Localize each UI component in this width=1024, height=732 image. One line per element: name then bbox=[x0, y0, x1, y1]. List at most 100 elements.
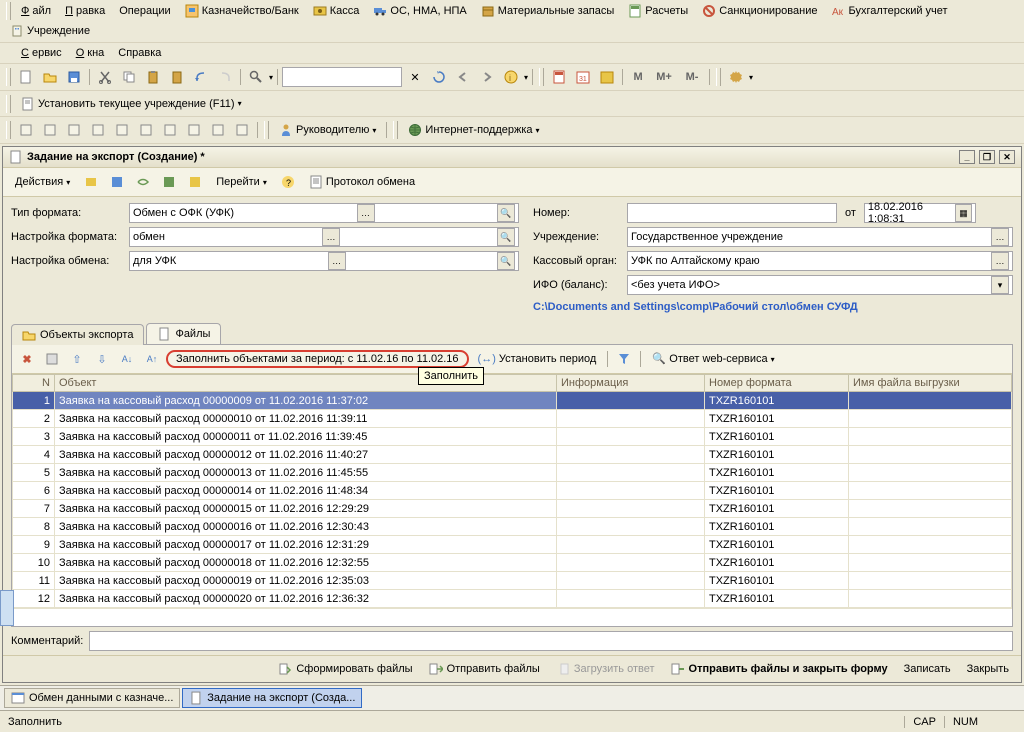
ext-btn-10[interactable] bbox=[231, 119, 253, 141]
cut-button[interactable] bbox=[94, 66, 116, 88]
set-period-button[interactable]: (↔) Установить период bbox=[472, 351, 603, 367]
m-button[interactable]: M bbox=[627, 66, 649, 88]
doc-btn-5[interactable] bbox=[184, 171, 206, 193]
forward-button[interactable] bbox=[476, 66, 498, 88]
search-combo[interactable] bbox=[282, 67, 402, 87]
menu-institution[interactable]: Учреждение bbox=[4, 22, 96, 40]
menu-cash[interactable]: Касса bbox=[307, 2, 366, 20]
inet-support-button[interactable]: Интернет-поддержка▾ bbox=[402, 121, 545, 139]
menu-calc[interactable]: Расчеты bbox=[622, 2, 694, 20]
ext-btn-2[interactable] bbox=[39, 119, 61, 141]
col-fmt[interactable]: Номер формата bbox=[705, 375, 849, 392]
ext-btn-8[interactable] bbox=[183, 119, 205, 141]
maximize-button[interactable]: ❐ bbox=[979, 150, 995, 164]
close-button[interactable]: Закрыть bbox=[963, 660, 1013, 678]
col-file[interactable]: Имя файла выгрузки bbox=[849, 375, 1012, 392]
ext-btn-7[interactable] bbox=[159, 119, 181, 141]
send-close-button[interactable]: Отправить файлы и закрыть форму bbox=[667, 660, 892, 678]
table-row[interactable]: 6Заявка на кассовый расход 00000014 от 1… bbox=[13, 482, 1012, 500]
ext-btn-5[interactable] bbox=[111, 119, 133, 141]
protocol-button[interactable]: Протокол обмена bbox=[303, 173, 421, 191]
search-x-button[interactable]: ✕ bbox=[404, 66, 426, 88]
redo-button[interactable] bbox=[214, 66, 236, 88]
menu-windows[interactable]: Окна bbox=[70, 45, 111, 61]
table-row[interactable]: 9Заявка на кассовый расход 00000017 от 1… bbox=[13, 536, 1012, 554]
doc-btn-2[interactable] bbox=[106, 171, 128, 193]
table-row[interactable]: 2Заявка на кассовый расход 00000010 от 1… bbox=[13, 410, 1012, 428]
calc-tool-button[interactable] bbox=[548, 66, 570, 88]
task-item-2[interactable]: Задание на экспорт (Созда... bbox=[182, 688, 362, 708]
ws-answer-button[interactable]: 🔍 Ответ web-сервиса ▾ bbox=[646, 350, 780, 368]
set-institution-button[interactable]: Установить текущее учреждение (F11) ▾ bbox=[15, 95, 248, 113]
col-n[interactable]: N bbox=[13, 375, 55, 392]
zoom-btn-icon[interactable]: 🔍 bbox=[497, 204, 515, 222]
menu-service[interactable]: Сервис bbox=[15, 45, 68, 61]
table-row[interactable]: 10Заявка на кассовый расход 00000018 от … bbox=[13, 554, 1012, 572]
send-files-button[interactable]: Отправить файлы bbox=[425, 660, 544, 678]
menu-sanction[interactable]: Санкционирование bbox=[696, 2, 823, 20]
comment-input[interactable] bbox=[89, 631, 1013, 651]
doc-btn-1[interactable] bbox=[80, 171, 102, 193]
undo-button[interactable] bbox=[190, 66, 212, 88]
ext-btn-6[interactable] bbox=[135, 119, 157, 141]
col-info[interactable]: Информация bbox=[557, 375, 705, 392]
filter-button[interactable] bbox=[613, 348, 635, 370]
menu-operations[interactable]: Операции bbox=[113, 3, 176, 19]
open-button[interactable] bbox=[39, 66, 61, 88]
sort-asc-button[interactable]: A↓ bbox=[116, 348, 138, 370]
table-row[interactable]: 4Заявка на кассовый расход 00000012 от 1… bbox=[13, 446, 1012, 464]
menu-file[interactable]: Файл bbox=[15, 3, 57, 19]
menu-materials[interactable]: Материальные запасы bbox=[475, 2, 621, 20]
dropdown-icon[interactable]: ▾ bbox=[991, 276, 1009, 294]
menu-help[interactable]: Справка bbox=[112, 45, 167, 61]
menu-treasury[interactable]: Казначейство/Банк bbox=[179, 2, 305, 20]
side-tab[interactable] bbox=[0, 590, 14, 626]
tab-files[interactable]: Файлы bbox=[146, 323, 221, 344]
fill-period-button[interactable]: Заполнить объектами за период: с 11.02.1… bbox=[166, 350, 469, 368]
minimize-button[interactable]: _ bbox=[959, 150, 975, 164]
calendar-button[interactable]: 31 bbox=[572, 66, 594, 88]
menu-accounting[interactable]: AкБухгалтерский учет bbox=[825, 2, 953, 20]
mminus-button[interactable]: M- bbox=[679, 66, 705, 88]
date-button[interactable] bbox=[596, 66, 618, 88]
input-tip-formata[interactable]: Обмен с ОФК (УФК)…🔍 bbox=[129, 203, 519, 223]
table-row[interactable]: 8Заявка на кассовый расход 00000016 от 1… bbox=[13, 518, 1012, 536]
rukovod-button[interactable]: Руководителю▾ bbox=[273, 121, 382, 139]
doc-btn-3[interactable] bbox=[132, 171, 154, 193]
select-btn-icon[interactable]: … bbox=[357, 204, 375, 222]
table-row[interactable]: 3Заявка на кассовый расход 00000011 от 1… bbox=[13, 428, 1012, 446]
up-button[interactable]: ⇧ bbox=[66, 348, 88, 370]
table-row[interactable]: 1Заявка на кассовый расход 00000009 от 1… bbox=[13, 392, 1012, 410]
refresh-button[interactable] bbox=[428, 66, 450, 88]
save-button[interactable] bbox=[63, 66, 85, 88]
input-nastr-formata[interactable]: обмен…🔍 bbox=[129, 227, 519, 247]
table-row[interactable]: 7Заявка на кассовый расход 00000015 от 1… bbox=[13, 500, 1012, 518]
table-row[interactable]: 5Заявка на кассовый расход 00000013 от 1… bbox=[13, 464, 1012, 482]
ext-btn-4[interactable] bbox=[87, 119, 109, 141]
back-button[interactable] bbox=[452, 66, 474, 88]
doc-btn-4[interactable] bbox=[158, 171, 180, 193]
menu-os[interactable]: ОС, НМА, НПА bbox=[367, 2, 472, 20]
path-link[interactable]: C:\Documents and Settings\comp\Рабочий с… bbox=[533, 299, 858, 315]
table-row[interactable]: 11Заявка на кассовый расход 00000019 от … bbox=[13, 572, 1012, 590]
new-button[interactable] bbox=[15, 66, 37, 88]
delete-button[interactable]: ✖ bbox=[16, 348, 38, 370]
table-row[interactable]: 12Заявка на кассовый расход 00000020 от … bbox=[13, 590, 1012, 608]
input-kasorg[interactable]: УФК по Алтайскому краю… bbox=[627, 251, 1013, 271]
input-nastr-obmena[interactable]: для УФК…🔍 bbox=[129, 251, 519, 271]
sort-desc-button[interactable]: A↑ bbox=[141, 348, 163, 370]
save-button[interactable]: Записать bbox=[900, 660, 955, 678]
input-ifo[interactable]: <без учета ИФО>▾ bbox=[627, 275, 1013, 295]
paste-button[interactable] bbox=[142, 66, 164, 88]
find-button[interactable] bbox=[245, 66, 267, 88]
actions-menu[interactable]: Действия ▾ bbox=[9, 174, 76, 190]
ext-btn-1[interactable] bbox=[15, 119, 37, 141]
task-item-1[interactable]: Обмен данными с казначе... bbox=[4, 688, 180, 708]
view-button[interactable] bbox=[41, 348, 63, 370]
mplus-button[interactable]: M+ bbox=[651, 66, 677, 88]
help-button[interactable]: i bbox=[500, 66, 522, 88]
ext-btn-3[interactable] bbox=[63, 119, 85, 141]
down-button[interactable]: ⇩ bbox=[91, 348, 113, 370]
settings-button[interactable] bbox=[725, 66, 747, 88]
tab-objects[interactable]: Объекты экспорта bbox=[11, 324, 144, 345]
